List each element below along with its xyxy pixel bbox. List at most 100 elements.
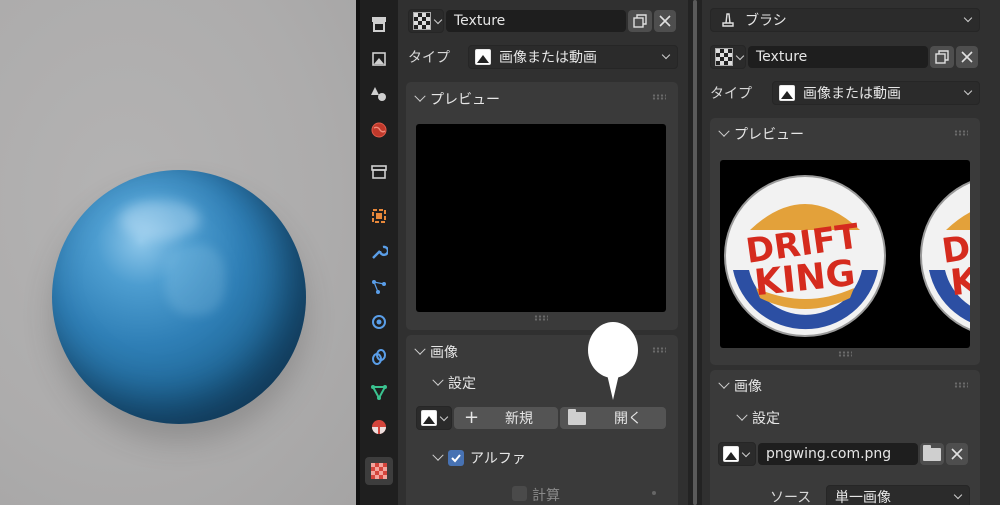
collection-tab[interactable] [365,158,393,186]
type-label: タイプ [710,86,752,102]
image-source-dropdown[interactable]: 単一画像 [826,485,970,505]
settings-subpanel-header[interactable]: 設定 [432,373,476,393]
unlink-texture-button[interactable] [654,10,676,32]
close-icon [961,51,973,63]
constraints-tab[interactable] [365,343,393,371]
image-browse-dropdown[interactable] [416,406,452,430]
brush-texture-mode-dropdown[interactable]: ブラシ [710,8,980,32]
sphere-reflection [165,245,225,315]
image-icon [475,49,491,65]
image-panel-header[interactable]: 画像 [414,342,458,362]
texture-properties-panel: Texture タイプ 画像または動画 プレビュー 画像 設定 + 新規 開く … [398,0,688,505]
settings-header-label: 設定 [448,376,476,392]
tool-tab[interactable] [365,10,393,38]
drag-handle[interactable] [652,347,666,353]
settings-subpanel-header[interactable]: 設定 [736,408,780,428]
chevron-down-icon [953,490,963,500]
alpha-checkbox[interactable] [448,450,464,466]
chevron-down-icon [414,343,426,355]
image-panel: 画像 設定 + 新規 開く アルファ 計算 [406,335,678,505]
texture-preview-image: DRIFT KING DRIFT KING [720,160,970,348]
chevron-down-icon [741,448,751,457]
preview-panel-header[interactable]: プレビュー [414,89,500,109]
close-icon [951,448,963,460]
modifier-tab[interactable] [365,238,393,266]
texture-name-field[interactable]: Texture [446,10,626,32]
chevron-down-icon [718,377,730,389]
texture-checker-icon [371,463,387,479]
constraints-icon [372,349,386,365]
object-tab[interactable] [365,202,393,230]
image-icon [421,410,437,426]
object-icon [372,209,386,223]
checker-texture-icon [715,48,733,66]
close-icon [659,15,671,27]
new-button-label: 新規 [505,411,533,427]
image-browse-dropdown[interactable] [718,442,756,466]
3d-viewport[interactable] [0,0,356,505]
render-icon [372,52,386,66]
duplicate-texture-button[interactable] [628,10,652,32]
image-icon [723,446,739,462]
data-tab[interactable] [365,378,393,406]
material-tab[interactable] [365,413,393,441]
chevron-down-icon [432,449,444,461]
duplicate-icon [633,14,647,28]
render-tab[interactable] [365,45,393,73]
open-image-button[interactable] [920,443,944,465]
brush-label: ブラシ [745,13,787,29]
unlink-image-button[interactable] [946,443,968,465]
drag-handle[interactable] [954,130,968,136]
image-filename-field[interactable]: pngwing.com.png [758,443,918,465]
texture-type-dropdown[interactable]: 画像または動画 [772,81,980,105]
texture-browse-dropdown[interactable] [710,45,746,69]
preview-panel-header[interactable]: プレビュー [718,124,804,144]
scene-tab[interactable] [365,80,393,108]
chevron-down-icon [661,50,671,60]
chevron-down-icon [736,409,748,421]
image-source-value: 単一画像 [835,490,891,505]
collection-icon [371,165,387,179]
keyframe-dot[interactable] [652,491,656,495]
open-image-button[interactable]: 開く [560,407,666,429]
drag-handle[interactable] [954,382,968,388]
chevron-down-icon [433,15,443,24]
texture-preview-image [416,124,666,312]
unlink-texture-button[interactable] [956,46,978,68]
image-header-label: 画像 [430,345,458,361]
image-panel: 画像 設定 pngwing.com.png ソース 単一画像 [710,370,980,505]
physics-tab[interactable] [365,308,393,336]
texture-type-value: 画像または動画 [803,86,901,102]
annotation-balloon-pointer [606,370,620,400]
brush-texture-panel: ブラシ Texture タイプ 画像または動画 プレビュー DRIFT KING… [702,0,1000,505]
chevron-down-icon [432,374,444,386]
chevron-down-icon [414,90,426,102]
folder-icon [923,444,941,461]
texture-browse-dropdown[interactable] [408,9,444,33]
world-tab[interactable] [365,116,393,144]
texture-name-field[interactable]: Texture [748,46,928,68]
preview-header-label: プレビュー [430,92,500,108]
wrench-icon [372,245,388,259]
drag-handle[interactable] [652,94,666,100]
resize-handle[interactable] [838,351,852,357]
physics-icon [372,315,386,329]
alpha-subpanel-header[interactable]: アルファ [432,448,526,468]
particles-tab[interactable] [365,273,393,301]
scrollbar[interactable] [693,0,697,505]
calculate-alpha-checkbox[interactable] [512,486,527,501]
checker-texture-icon [413,12,431,30]
image-panel-header[interactable]: 画像 [718,376,762,396]
open-button-label: 開く [614,411,642,427]
duplicate-texture-button[interactable] [930,46,954,68]
new-image-button[interactable]: + 新規 [454,407,558,429]
material-icon [372,420,386,434]
chevron-down-icon [735,51,745,60]
tool-icon [372,17,386,32]
resize-handle[interactable] [534,315,548,321]
preview-header-label: プレビュー [734,127,804,143]
sphere-highlight [120,200,200,240]
texture-tab[interactable] [365,457,393,485]
texture-type-dropdown[interactable]: 画像または動画 [468,45,678,69]
brush-icon [722,13,734,27]
